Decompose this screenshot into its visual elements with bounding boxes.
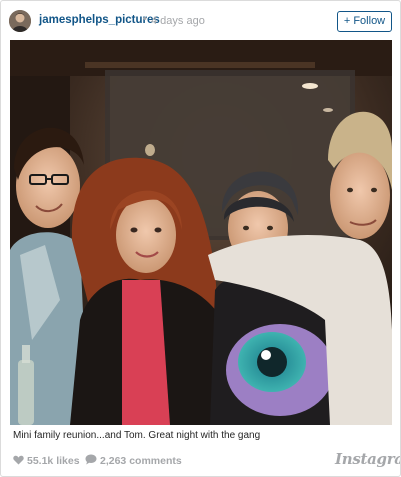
username-link[interactable]: jamesphelps_pictures <box>39 14 160 26</box>
follow-button[interactable]: + Follow <box>337 11 392 32</box>
comments-count[interactable]: 2,263 comments <box>100 455 182 467</box>
likes-count[interactable]: 55.1k likes <box>27 455 80 467</box>
avatar-icon[interactable] <box>9 10 31 32</box>
separator-dot: • <box>143 13 147 25</box>
instagram-logo[interactable]: Instagram <box>335 450 400 468</box>
post-footer: 55.1k likes 2,263 comments Instagram <box>1 447 400 475</box>
post-timestamp[interactable]: 4 days ago <box>151 15 205 27</box>
post-caption: Mini family reunion...and Tom. Great nig… <box>13 430 261 441</box>
post-card: jamesphelps_pictures • 4 days ago + Foll… <box>0 0 401 477</box>
speech-bubble-icon <box>85 454 97 465</box>
post-photo[interactable] <box>10 40 392 425</box>
heart-icon <box>13 455 24 465</box>
post-header: jamesphelps_pictures • 4 days ago + Foll… <box>1 1 400 41</box>
